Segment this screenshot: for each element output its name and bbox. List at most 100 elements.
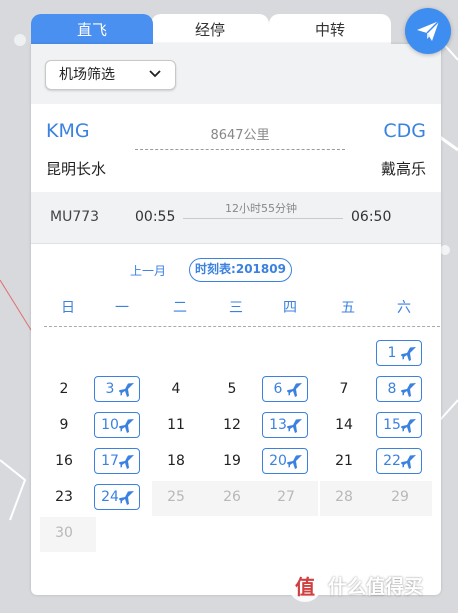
- day-number: 13: [269, 417, 287, 433]
- flight-day-button[interactable]: 22: [376, 448, 422, 474]
- calendar-day: 18: [152, 445, 208, 480]
- day-number: 21: [335, 453, 353, 469]
- flight-day-button[interactable]: 15: [376, 412, 422, 438]
- duration-line: [183, 218, 343, 219]
- destination-code: CDG: [383, 120, 426, 142]
- tab-stopover[interactable]: 经停: [151, 14, 269, 46]
- origin-city: 昆明长水: [46, 160, 107, 178]
- flight-duration: 12小时55分钟: [225, 202, 297, 215]
- day-number: 14: [335, 417, 353, 433]
- departure-time: 00:55: [135, 209, 176, 225]
- day-number: 11: [167, 417, 185, 433]
- day-number: 4: [171, 381, 181, 397]
- day-number: 3: [105, 381, 115, 397]
- filter-bar: 机场筛选: [31, 44, 441, 104]
- day-number: 9: [59, 417, 69, 433]
- calendar-day-flight[interactable]: 20: [262, 445, 318, 480]
- calendar-day-flight[interactable]: 17: [94, 445, 150, 480]
- day-number: 6: [273, 381, 283, 397]
- airplane-icon: [287, 383, 302, 397]
- day-number: 8: [387, 381, 397, 397]
- weekday-label: 二: [173, 300, 187, 316]
- weekday-header: 日一二三四五六: [31, 297, 441, 317]
- day-number: 30: [55, 525, 73, 541]
- tab-transfer[interactable]: 中转: [269, 14, 391, 46]
- flight-day-button[interactable]: 13: [262, 412, 308, 438]
- calendar-day-flight[interactable]: 24: [94, 481, 150, 516]
- flight-info-row[interactable]: MU773 00:55 12小时55分钟 06:50: [31, 192, 441, 244]
- day-number: 25: [167, 489, 185, 505]
- flight-day-button[interactable]: 1: [376, 340, 422, 366]
- calendar-day-flight[interactable]: 1: [376, 337, 432, 372]
- calendar-day: 30: [40, 517, 96, 552]
- day-number: 23: [55, 489, 73, 505]
- flight-day-button[interactable]: 17: [94, 448, 140, 474]
- day-number: 22: [383, 453, 401, 469]
- calendar-day: 16: [40, 445, 96, 480]
- flight-day-button[interactable]: 3: [94, 376, 140, 402]
- flight-number: MU773: [50, 209, 100, 225]
- weekday-label: 五: [341, 300, 355, 316]
- calendar-day: 23: [40, 481, 96, 516]
- tab-direct[interactable]: 直飞: [31, 14, 153, 46]
- flight-day-button[interactable]: 20: [262, 448, 308, 474]
- airplane-icon: [401, 383, 416, 397]
- day-number: 5: [227, 381, 237, 397]
- day-number: 1: [387, 345, 397, 361]
- flight-card: 机场筛选 KMG 8647公里 CDG 昆明长水 戴高乐 MU773 00:55…: [31, 44, 441, 595]
- day-number: 18: [167, 453, 185, 469]
- schedule-month-badge: 时刻表:201809: [189, 258, 292, 282]
- calendar-day: 29: [376, 481, 432, 516]
- watermark: 值 什么值得买: [288, 567, 423, 603]
- airplane-icon: [119, 383, 134, 397]
- calendar-day-flight[interactable]: 10: [94, 409, 150, 444]
- airplane-icon: [287, 455, 302, 469]
- send-button[interactable]: [405, 8, 451, 54]
- flight-day-button[interactable]: 10: [94, 412, 140, 438]
- airplane-icon: [119, 455, 134, 469]
- calendar-day: 19: [208, 445, 264, 480]
- flight-day-button[interactable]: 24: [94, 484, 140, 510]
- weekday-label: 三: [229, 300, 243, 316]
- watermark-text: 什么值得买: [328, 575, 424, 598]
- airport-filter-dropdown[interactable]: 机场筛选: [45, 60, 176, 90]
- airplane-icon: [119, 419, 134, 433]
- day-number: 20: [269, 453, 287, 469]
- day-number: 17: [101, 453, 119, 469]
- airplane-icon: [401, 347, 416, 361]
- airplane-icon: [119, 491, 134, 505]
- day-number: 29: [391, 489, 409, 505]
- calendar-day: 21: [320, 445, 376, 480]
- day-number: 16: [55, 453, 73, 469]
- arrival-time: 06:50: [351, 209, 392, 225]
- calendar-day: 7: [320, 373, 376, 408]
- calendar-day: 11: [152, 409, 208, 444]
- calendar-day: 25: [152, 481, 208, 516]
- day-number: 24: [101, 489, 119, 505]
- destination-city: 戴高乐: [380, 160, 426, 178]
- day-number: 12: [223, 417, 241, 433]
- calendar-day-flight[interactable]: 15: [376, 409, 432, 444]
- day-number: 2: [59, 381, 69, 397]
- watermark-logo: 值: [288, 568, 322, 602]
- day-number: 27: [277, 489, 295, 505]
- airplane-icon: [401, 455, 416, 469]
- calendar-day-flight[interactable]: 6: [262, 373, 318, 408]
- distance-divider: [135, 149, 345, 150]
- calendar-day-flight[interactable]: 22: [376, 445, 432, 480]
- calendar-day: 28: [320, 481, 376, 516]
- route-summary: KMG 8647公里 CDG 昆明长水 戴高乐: [31, 104, 441, 192]
- calendar-day: 9: [40, 409, 96, 444]
- flight-panel: 中转 经停 直飞 机场筛选 KMG 8647公里 CDG 昆明长水 戴高乐 MU…: [31, 8, 451, 595]
- flight-day-button[interactable]: 6: [262, 376, 308, 402]
- weekday-label: 日: [61, 300, 75, 316]
- flight-day-button[interactable]: 8: [376, 376, 422, 402]
- paper-plane-icon: [417, 20, 440, 41]
- prev-month-link[interactable]: 上一月: [130, 262, 166, 279]
- calendar-day-flight[interactable]: 3: [94, 373, 150, 408]
- calendar-day: 2: [40, 373, 96, 408]
- trip-type-tabs: 中转 经停 直飞: [31, 14, 441, 46]
- day-number: 19: [223, 453, 241, 469]
- calendar-day-flight[interactable]: 13: [262, 409, 318, 444]
- calendar-day-flight[interactable]: 8: [376, 373, 432, 408]
